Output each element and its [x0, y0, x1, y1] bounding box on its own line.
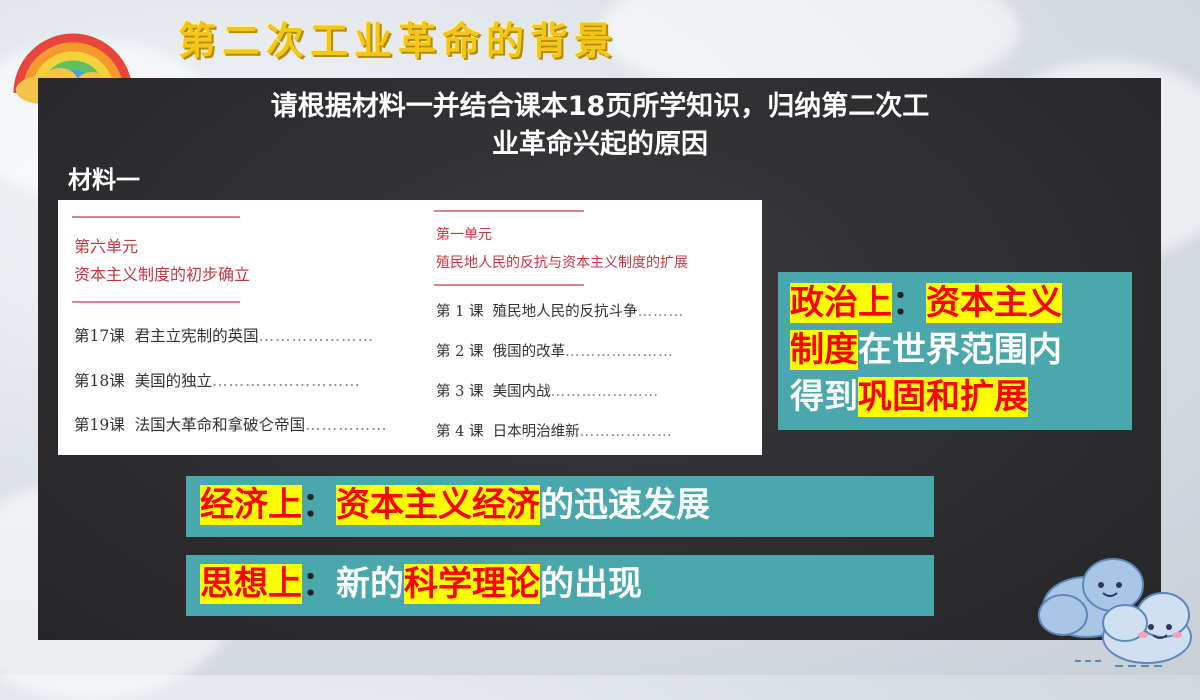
- political-text-1: 在世界范围内: [858, 330, 1062, 370]
- lesson-item: 第 4 课 日本明治维新………………: [436, 424, 673, 440]
- thought-reason-panel: 思想上：新的科学理论的出现: [186, 555, 934, 616]
- economic-text: 的迅速发展: [540, 485, 710, 525]
- lesson-number: 第 3 课: [436, 384, 484, 400]
- lesson-title: 日本明治维新: [492, 424, 580, 440]
- lesson-title: 法国大革命和拿破仑帝国: [134, 416, 306, 434]
- lesson-item: 第 1 课 殖民地人民的反抗斗争………: [436, 304, 685, 320]
- economic-colon: ：: [302, 485, 336, 525]
- question-text: 请根据材料一并结合课本18页所学知识，归纳第二次工 业革命兴起的原因: [160, 88, 1040, 164]
- lesson-item: 第18课 美国的独立………………………: [74, 372, 361, 390]
- material-label: 材料一: [68, 166, 140, 194]
- economic-highlight: 资本主义经济: [336, 485, 540, 525]
- textbook-contents-image: 第六单元 资本主义制度的初步确立 第17课 君主立宪制的英国………………… 第1…: [58, 200, 762, 455]
- thought-label: 思想上: [200, 564, 302, 604]
- economic-label: 经济上: [200, 485, 302, 525]
- political-highlight-2: 制度: [790, 330, 858, 370]
- unit-number: 第六单元: [74, 237, 139, 256]
- political-highlight-1: 资本主义: [926, 283, 1062, 323]
- economic-reason-panel: 经济上：资本主义经济的迅速发展: [186, 476, 934, 537]
- unit-number: 第一单元: [436, 227, 492, 243]
- political-label: 政治上: [790, 283, 892, 323]
- smiling-cloud-icon: [1038, 558, 1192, 667]
- lesson-number: 第19课: [74, 416, 125, 434]
- question-line-2: 业革命兴起的原因: [492, 129, 708, 160]
- lesson-number: 第 2 课: [436, 344, 484, 360]
- lesson-item: 第 2 课 俄国的改革…………………: [436, 344, 674, 360]
- lesson-title: 君主立宪制的英国: [134, 327, 259, 345]
- lesson-item: 第 3 课 美国内战…………………: [436, 384, 660, 400]
- thought-highlight: 科学理论: [404, 564, 540, 604]
- lesson-title: 美国内战: [492, 384, 551, 400]
- political-colon: ：: [892, 283, 926, 323]
- thought-text-2: 的出现: [540, 564, 642, 604]
- lesson-item: 第19课 法国大革命和拿破仑帝国……………: [74, 416, 388, 434]
- page-title: 第二次工业革命的背景: [178, 19, 619, 63]
- unit-title: 资本主义制度的初步确立: [74, 265, 251, 284]
- thought-text-1: 新的: [336, 564, 404, 604]
- political-line-1: 政治上：资本主义: [790, 280, 1132, 327]
- lesson-title: 美国的独立: [134, 372, 213, 390]
- political-text-2: 得到: [790, 377, 858, 417]
- lesson-number: 第17课: [74, 327, 125, 345]
- political-line-2: 制度在世界范围内: [790, 327, 1132, 374]
- political-highlight-3: 巩固和扩展: [858, 377, 1028, 417]
- lesson-title: 殖民地人民的反抗斗争: [492, 304, 638, 320]
- thought-colon: ：: [302, 564, 336, 604]
- lesson-number: 第 4 课: [436, 424, 484, 440]
- lesson-number: 第 1 课: [436, 304, 484, 320]
- lesson-item: 第17课 君主立宪制的英国…………………: [74, 327, 375, 345]
- lesson-title: 俄国的改革: [492, 344, 566, 360]
- political-reason-panel: 政治上：资本主义 制度在世界范围内 得到巩固和扩展: [778, 272, 1132, 430]
- unit-title: 殖民地人民的反抗与资本主义制度的扩展: [436, 255, 688, 271]
- political-line-3: 得到巩固和扩展: [790, 374, 1132, 421]
- lesson-number: 第18课: [74, 372, 125, 390]
- question-line-1: 请根据材料一并结合课本18页所学知识，归纳第二次工: [270, 91, 930, 122]
